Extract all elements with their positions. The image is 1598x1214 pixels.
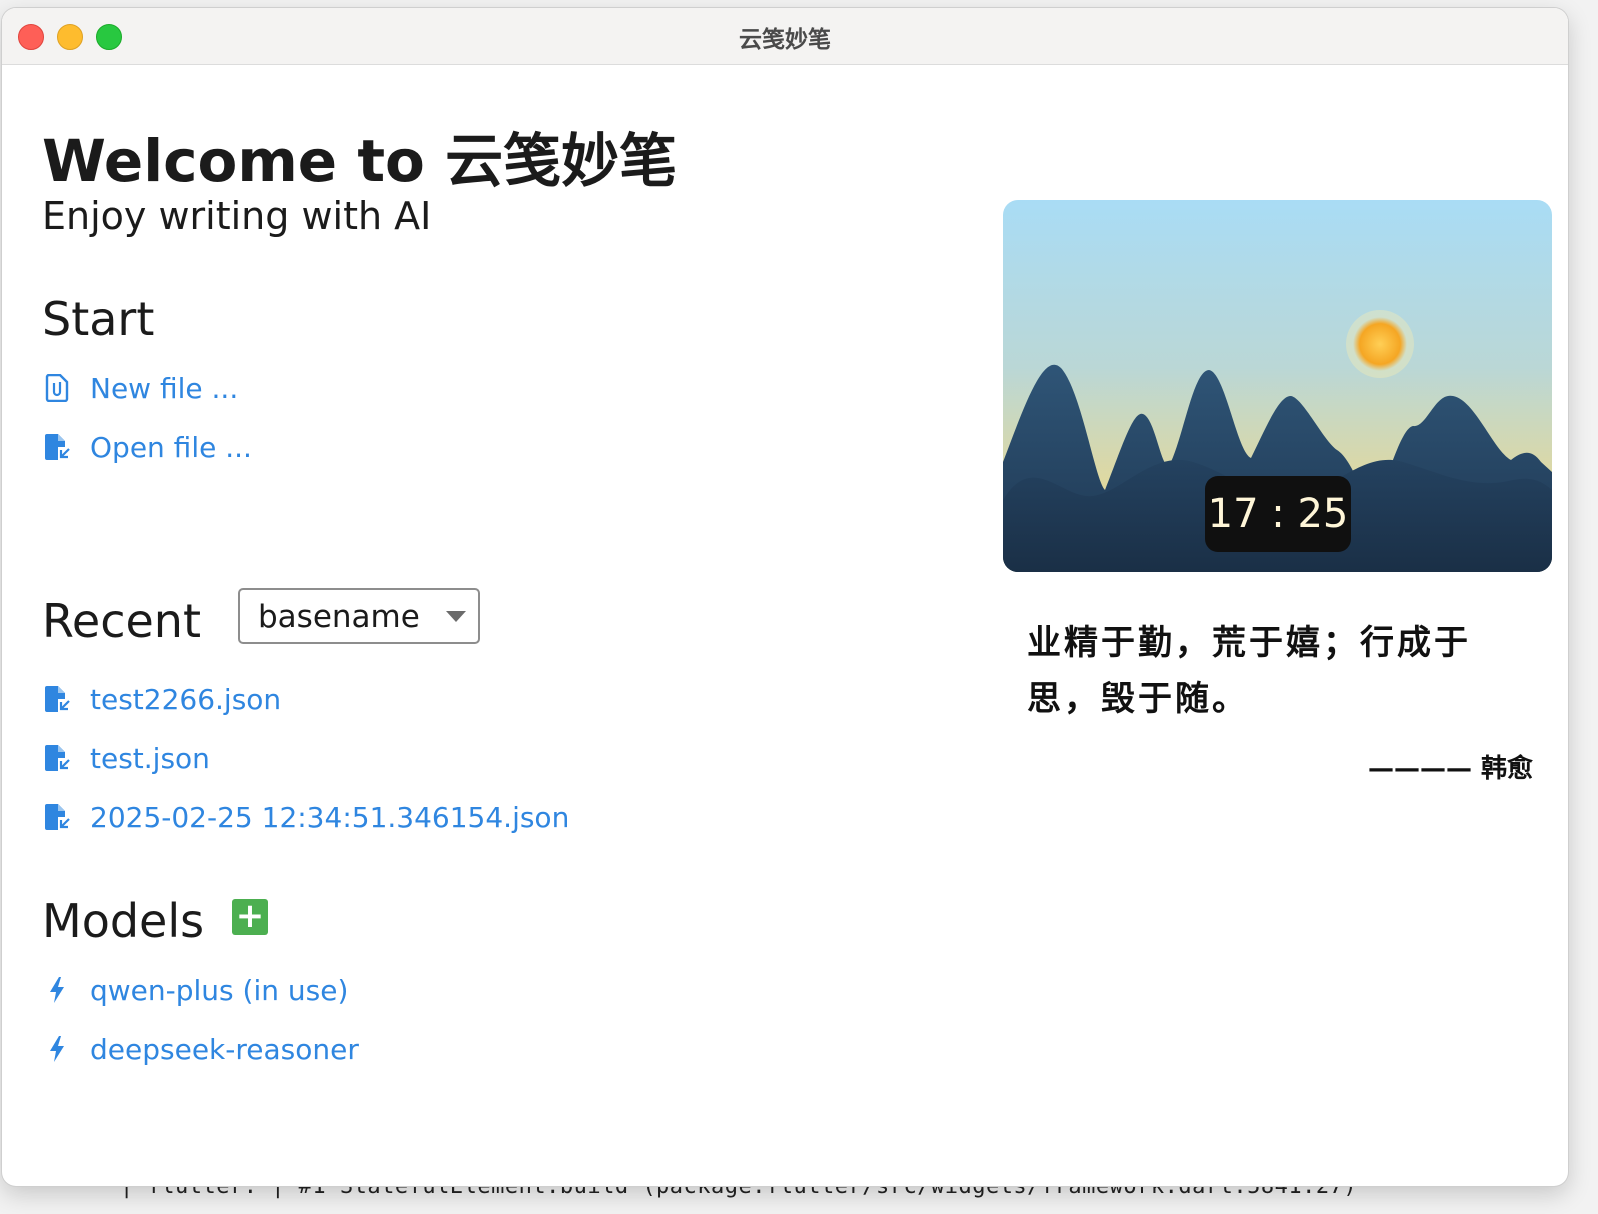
bolt-icon — [42, 973, 72, 1007]
landscape-illustration: 17 : 25 — [1003, 200, 1552, 572]
add-model-button[interactable]: + — [232, 899, 268, 935]
file-icon — [42, 682, 72, 716]
recent-sort-value: basename — [258, 599, 420, 635]
model-item[interactable]: qwen-plus (in use) — [42, 970, 348, 1010]
recent-section-title: Recent — [42, 594, 201, 648]
models-section-title: Models — [42, 894, 205, 948]
new-file-label: New file ... — [90, 371, 239, 405]
recent-sort-select[interactable]: basename — [238, 588, 480, 644]
page-title: Welcome to 云笺妙笔 — [42, 127, 678, 195]
recent-file-item[interactable]: test.json — [42, 738, 210, 778]
clock-display: 17 : 25 — [1205, 476, 1351, 552]
file-icon — [42, 741, 72, 775]
title-bar: 云笺妙笔 — [2, 8, 1568, 65]
bolt-icon — [42, 1032, 72, 1066]
recent-file-label: test.json — [90, 741, 210, 775]
recent-file-item[interactable]: test2266.json — [42, 679, 281, 719]
quote-line: 思，毁于随。 — [1027, 679, 1249, 719]
new-file-icon — [42, 371, 72, 405]
chevron-down-icon — [446, 611, 466, 622]
recent-file-item[interactable]: 2025-02-25 12:34:51.346154.json — [42, 797, 569, 837]
new-file-link[interactable]: New file ... — [42, 368, 238, 408]
file-icon — [42, 800, 72, 834]
model-label: deepseek-reasoner — [90, 1032, 359, 1066]
start-section-title: Start — [42, 292, 155, 346]
recent-file-label: test2266.json — [90, 682, 282, 716]
app-window: 云笺妙笔 Welcome to 云笺妙笔 Enjoy writing with … — [2, 8, 1568, 1186]
quote-line: 业精于勤，荒于嬉；行成于 — [1027, 623, 1471, 663]
open-file-icon — [42, 430, 72, 464]
page-subtitle: Enjoy writing with AI — [42, 194, 432, 238]
open-file-link[interactable]: Open file ... — [42, 427, 252, 467]
recent-file-label: 2025-02-25 12:34:51.346154.json — [90, 800, 570, 834]
window-title: 云笺妙笔 — [739, 27, 831, 53]
model-label: qwen-plus (in use) — [90, 973, 349, 1007]
model-item[interactable]: deepseek-reasoner — [42, 1029, 359, 1069]
open-file-label: Open file ... — [90, 430, 252, 464]
quote-author: ———— 韩愈 — [1367, 754, 1533, 784]
quote-text: 业精于勤，荒于嬉；行成于 思，毁于随。 — [1027, 615, 1527, 727]
